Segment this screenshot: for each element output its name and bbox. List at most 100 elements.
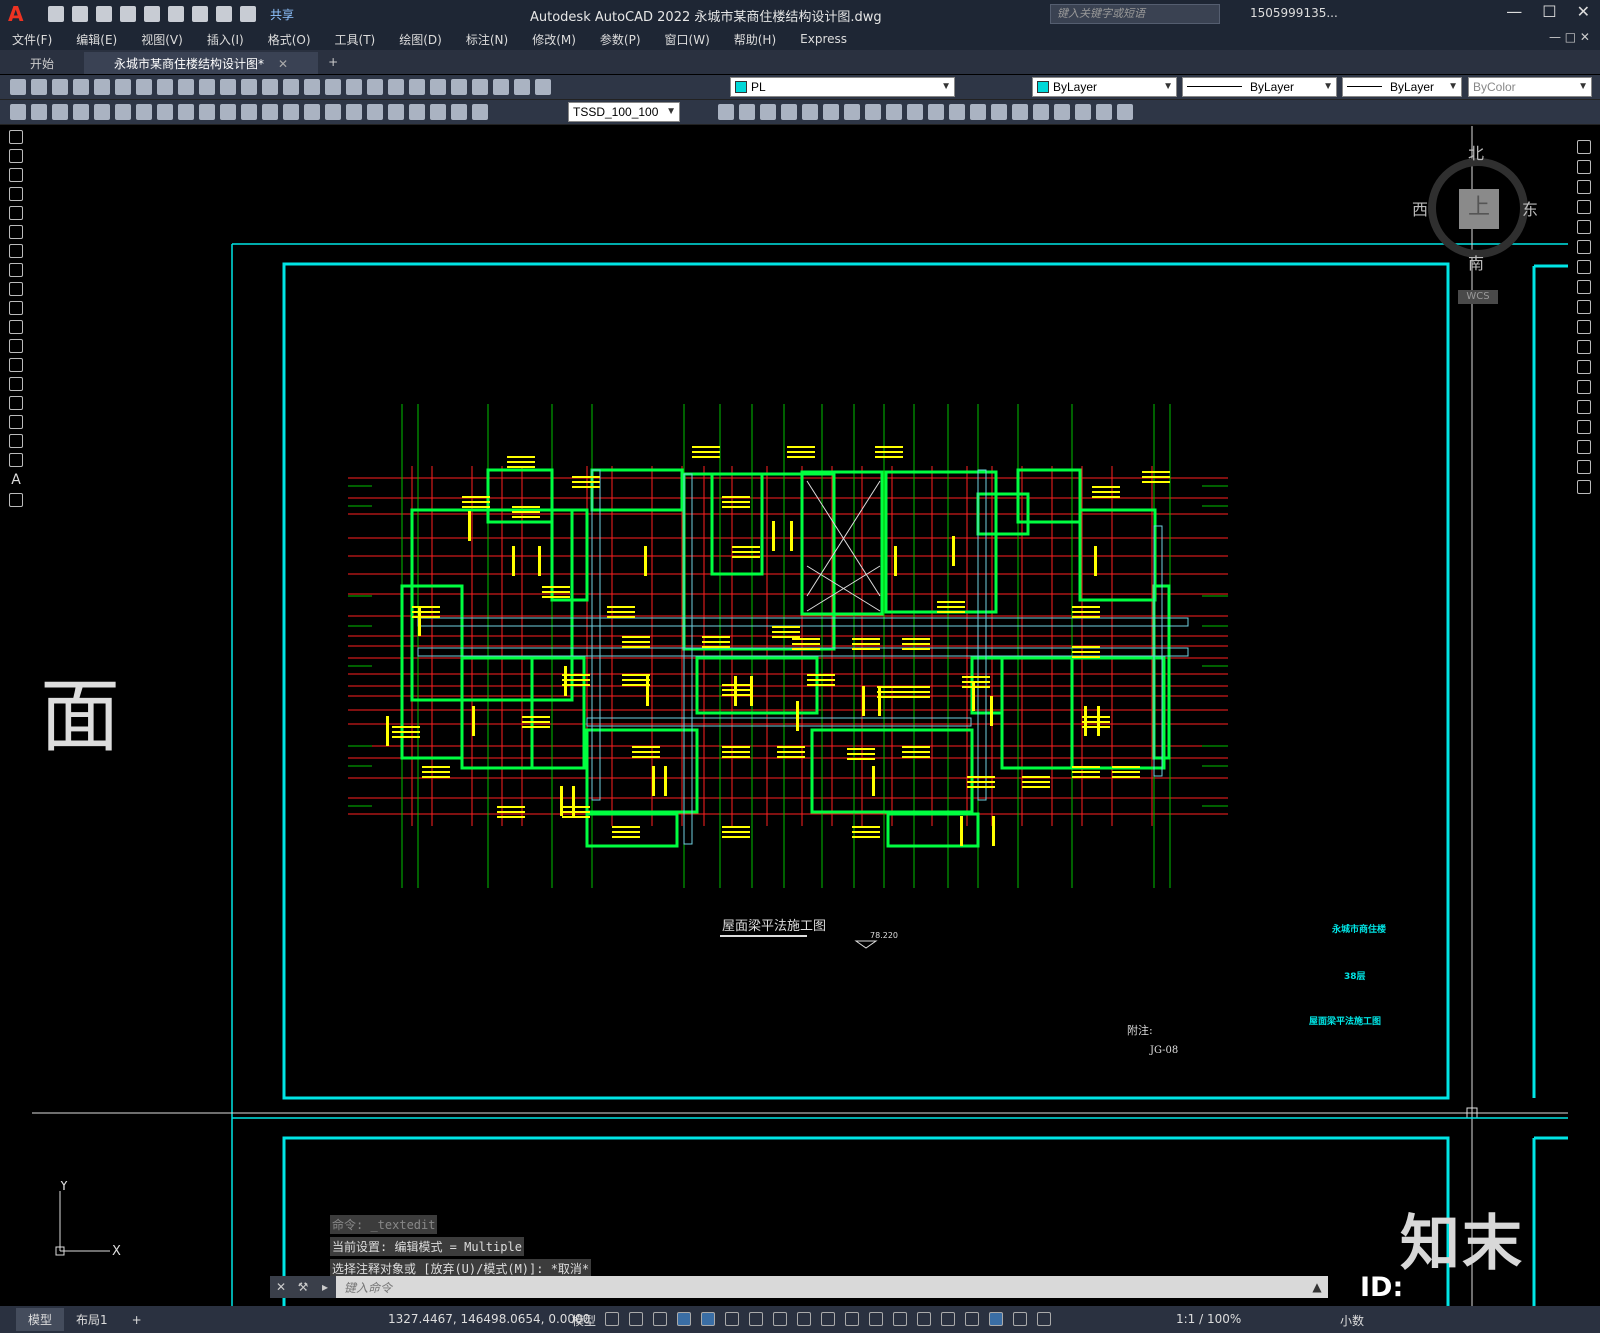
zoom-previous-icon[interactable]: [325, 79, 341, 95]
drawing-area[interactable]: 面 屋面梁平法施工图 78.220 附注: JG-08 永城市商住楼 38层 屋…: [32, 126, 1568, 1306]
tab-model[interactable]: 模型: [16, 1308, 65, 1331]
close-tab-icon[interactable]: ✕: [278, 57, 288, 71]
paste-icon[interactable]: [178, 79, 194, 95]
ortho-icon[interactable]: [701, 1312, 715, 1326]
tssd-icon-4[interactable]: [781, 104, 797, 120]
markup-icon[interactable]: [430, 79, 446, 95]
extend-icon[interactable]: [1577, 340, 1591, 354]
compass-north[interactable]: 北: [1468, 140, 1484, 164]
ellipse-icon[interactable]: [9, 301, 23, 315]
linear-dim-icon[interactable]: [73, 104, 89, 120]
lineweight-icon[interactable]: [821, 1312, 835, 1326]
break-icon[interactable]: [325, 104, 341, 120]
redo-icon[interactable]: [240, 6, 256, 22]
rectangle-icon[interactable]: [9, 206, 23, 220]
web-open-icon[interactable]: [144, 6, 160, 22]
tssd-icon-7[interactable]: [844, 104, 860, 120]
polyline-icon[interactable]: [9, 168, 23, 182]
tssd-icon-8[interactable]: [865, 104, 881, 120]
help-icon[interactable]: [472, 79, 488, 95]
array-icon[interactable]: [1577, 220, 1591, 234]
save-icon[interactable]: [52, 79, 68, 95]
menu-dimension[interactable]: 标注(N): [454, 31, 520, 48]
angular-icon[interactable]: [220, 104, 236, 120]
stretch-icon[interactable]: [1577, 300, 1591, 314]
menu-format[interactable]: 格式(O): [256, 31, 323, 48]
match-properties-icon[interactable]: [199, 79, 215, 95]
infer-icon[interactable]: [653, 1312, 667, 1326]
spline-icon[interactable]: [9, 282, 23, 296]
web-save-icon[interactable]: [168, 6, 184, 22]
break-icon[interactable]: [1577, 380, 1591, 394]
object-snap-icon[interactable]: [797, 1312, 811, 1326]
zoom-realtime-icon[interactable]: [283, 79, 299, 95]
dim-edit-icon[interactable]: [430, 104, 446, 120]
radius-icon[interactable]: [157, 104, 173, 120]
polar-icon[interactable]: [725, 1312, 739, 1326]
color-dropdown[interactable]: ByLayer ▼: [1032, 77, 1177, 97]
tssd-icon-9[interactable]: [886, 104, 902, 120]
snap-icon[interactable]: [629, 1312, 643, 1326]
revcloud-icon[interactable]: [9, 263, 23, 277]
tssd-icon-12[interactable]: [949, 104, 965, 120]
cut-icon[interactable]: [136, 79, 152, 95]
tssd-icon-1[interactable]: [718, 104, 734, 120]
tssd-icon-11[interactable]: [928, 104, 944, 120]
arc-length-icon[interactable]: [115, 104, 131, 120]
grid-icon[interactable]: [605, 1312, 619, 1326]
tssd-icon-18[interactable]: [1075, 104, 1091, 120]
workspace-icon[interactable]: [10, 104, 26, 120]
hatch-icon[interactable]: [9, 396, 23, 410]
plotstyle-dropdown[interactable]: ByColor ▼: [1468, 77, 1592, 97]
zoom-window-icon[interactable]: [304, 79, 320, 95]
viewcube-top-face[interactable]: 上: [1459, 189, 1499, 229]
menu-insert[interactable]: 插入(I): [195, 31, 256, 48]
open-icon[interactable]: [72, 6, 88, 22]
auto-scale-icon[interactable]: [1013, 1312, 1027, 1326]
coordinates-readout[interactable]: 1327.4467, 146498.0654, 0.0000: [388, 1312, 590, 1326]
insert-block-icon[interactable]: [9, 339, 23, 353]
user-account[interactable]: 1505999135...: [1250, 6, 1338, 20]
tssd-icon-19[interactable]: [1096, 104, 1112, 120]
tssd-icon-16[interactable]: [1033, 104, 1049, 120]
selection-filter-icon[interactable]: [941, 1312, 955, 1326]
share-button[interactable]: 共享: [270, 6, 294, 23]
trim-icon[interactable]: [1577, 320, 1591, 334]
gradient-icon[interactable]: [9, 415, 23, 429]
model-space-toggle[interactable]: 模型: [572, 1312, 596, 1329]
center-mark-icon[interactable]: [367, 104, 383, 120]
tssd-icon-17[interactable]: [1054, 104, 1070, 120]
save-as-icon[interactable]: [120, 6, 136, 22]
open-icon[interactable]: [31, 79, 47, 95]
autocad-logo-icon[interactable]: A: [8, 3, 30, 25]
new-icon[interactable]: [48, 6, 64, 22]
menu-express[interactable]: Express: [788, 32, 859, 46]
polygon-icon[interactable]: [9, 187, 23, 201]
layer-state-icon[interactable]: [31, 104, 47, 120]
tssd-icon-6[interactable]: [823, 104, 839, 120]
properties-icon[interactable]: [346, 79, 362, 95]
menu-tools[interactable]: 工具(T): [323, 31, 388, 48]
make-block-icon[interactable]: [9, 358, 23, 372]
tssd-icon-13[interactable]: [970, 104, 986, 120]
menu-view[interactable]: 视图(V): [129, 31, 195, 48]
search-input[interactable]: 键入关键字或短语: [1050, 4, 1220, 24]
menu-window[interactable]: 窗口(W): [653, 31, 722, 48]
ordinate-icon[interactable]: [136, 104, 152, 120]
copy-icon[interactable]: [157, 79, 173, 95]
menu-edit[interactable]: 编辑(E): [64, 31, 129, 48]
gizmo-icon[interactable]: [965, 1312, 979, 1326]
chamfer-icon[interactable]: [1577, 420, 1591, 434]
blend-icon[interactable]: [1577, 460, 1591, 474]
tab-drawing[interactable]: 永城市某商住楼结构设计图* ✕: [84, 52, 319, 74]
menu-file[interactable]: 文件(F): [0, 31, 64, 48]
tssd-icon-10[interactable]: [907, 104, 923, 120]
save-icon[interactable]: [96, 6, 112, 22]
publish-icon[interactable]: [115, 79, 131, 95]
command-input[interactable]: 键入命令: [344, 1279, 1306, 1296]
viewcube[interactable]: 上 北 南 东 西 WCS: [1410, 140, 1540, 310]
inspect-icon[interactable]: [388, 104, 404, 120]
tssd-icon-14[interactable]: [991, 104, 1007, 120]
baseline-icon[interactable]: [262, 104, 278, 120]
dimstyle-dropdown[interactable]: TSSD_100_100 ▼: [568, 102, 680, 122]
